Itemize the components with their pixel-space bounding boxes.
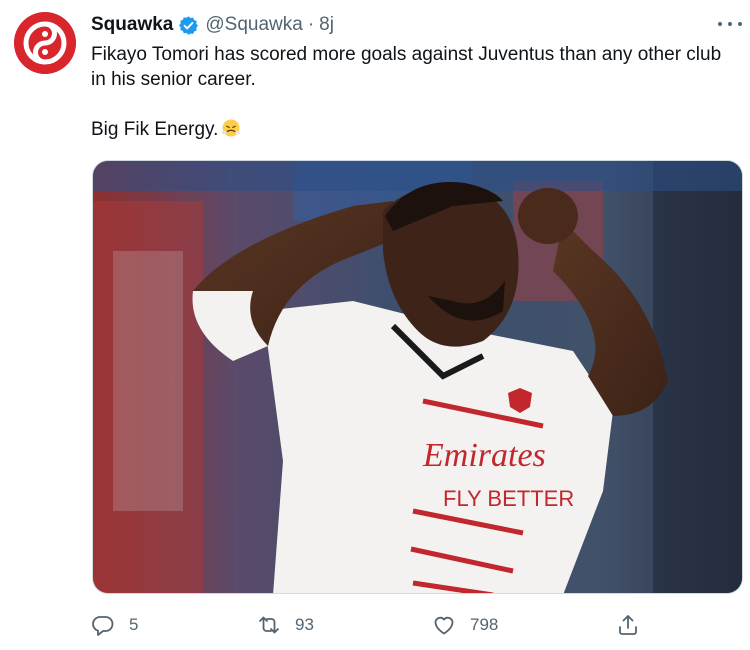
share-button[interactable] [616,610,640,640]
tweet-photo[interactable]: Emirates FLY BETTER [92,160,743,594]
squawka-logo [14,12,76,74]
like-count: 798 [470,615,499,634]
tweet-text-line2-wrap: Big Fik Energy. [91,117,741,142]
retweet-button[interactable]: 93 [257,610,314,640]
tweet-text-line1: Fikayo Tomori has scored more goals agai… [91,44,722,90]
steam-face-emoji-icon [221,118,241,138]
tweet-text-line2: Big Fik Energy. [91,119,219,140]
author-handle[interactable]: @Squawka [205,14,302,36]
reply-icon [92,616,114,636]
tweet[interactable]: Squawka @Squawka · 8j Fikayo Tomori has … [0,0,750,650]
verified-badge-icon [178,15,199,36]
reply-button[interactable]: 5 [91,610,138,640]
header-separator: · [307,14,315,35]
more-icon[interactable] [718,14,742,34]
tweet-photo-image: Emirates FLY BETTER [93,161,742,593]
tweet-timestamp[interactable]: 8j [319,14,334,36]
reply-count: 5 [129,615,139,634]
like-button[interactable]: 798 [432,610,498,640]
tweet-actions: 5 93 798 [91,610,651,640]
tweet-text: Fikayo Tomori has scored more goals agai… [91,42,741,142]
sponsor-top-text: Emirates [422,437,546,474]
avatar[interactable] [14,12,76,74]
like-icon [434,616,454,635]
tweet-header: Squawka @Squawka · 8j [91,12,334,38]
retweet-icon [259,616,279,634]
retweet-count: 93 [295,615,314,634]
share-icon [619,615,637,635]
sponsor-bottom-text: FLY BETTER [443,486,574,511]
author-name[interactable]: Squawka [91,14,173,36]
